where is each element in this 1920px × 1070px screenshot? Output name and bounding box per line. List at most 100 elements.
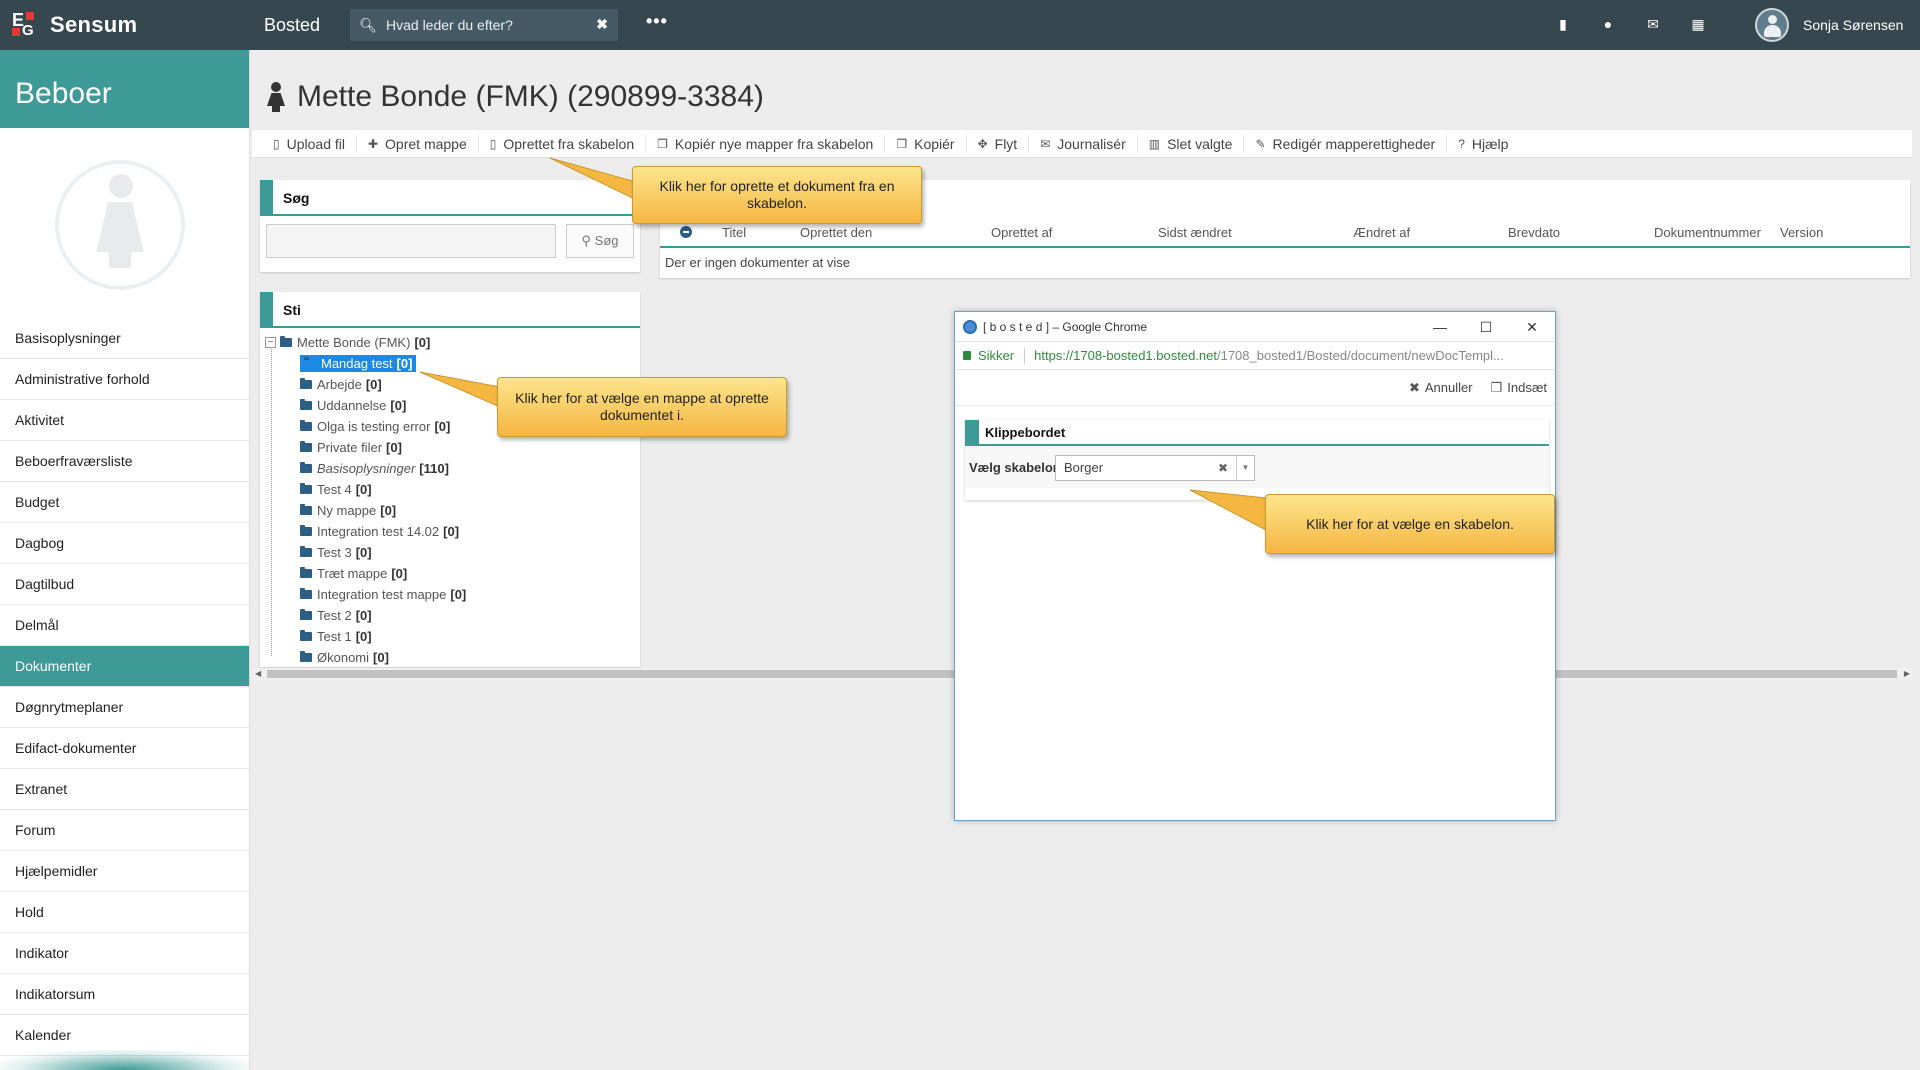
module-name[interactable]: Bosted <box>264 15 320 36</box>
folder-icon <box>300 546 312 557</box>
folder-icon <box>300 630 312 641</box>
create-from-template-button[interactable]: ▯ Oprettet fra skabelon <box>479 134 647 153</box>
sidebar-item-dagtilbud[interactable]: Dagtilbud <box>0 564 249 605</box>
tree-folder-integration-test-mappe[interactable]: Integration test mappe [0] <box>265 584 635 605</box>
chrome-popup-window: [ b o s t e d ] – Google Chrome — ☐ ✕ Si… <box>954 311 1556 821</box>
document-search-input[interactable] <box>266 224 556 258</box>
edit-folder-rights-button[interactable]: ✎ Redigér mapperettigheder <box>1244 134 1448 153</box>
empty-documents-message: Der er ingen dokumenter at vise <box>665 255 850 270</box>
folder-tree-panel: Sti − Mette Bonde (FMK) [0] Mandag test [0… <box>260 292 640 667</box>
column-oprettet-af[interactable]: Oprettet af <box>991 225 1052 240</box>
create-folder-button[interactable]: ✚ Opret mappe <box>357 134 479 153</box>
page-title-text: Mette Bonde (FMK) (290899-3384) <box>297 80 764 113</box>
column-oprettet-den[interactable]: Oprettet den <box>800 225 872 240</box>
sidebar-item-hjaelpemidler[interactable]: Hjælpemidler <box>0 851 249 892</box>
tree-folder-test-3[interactable]: Test 3 [0] <box>265 542 635 563</box>
calendar-icon[interactable]: ▦ <box>1690 16 1706 32</box>
maximize-icon[interactable]: ☐ <box>1463 312 1509 342</box>
document-icon[interactable]: ▮ <box>1555 16 1571 32</box>
move-icon: ✥ <box>977 136 988 151</box>
sidebar-item-doegnrytmeplaner[interactable]: Døgnrytmeplaner <box>0 687 249 728</box>
scroll-right-icon[interactable]: ▶ <box>1904 668 1910 680</box>
folder-icon <box>300 483 312 494</box>
delete-selected-button[interactable]: ▥ Slet valgte <box>1138 134 1245 153</box>
copy-folders-from-template-button[interactable]: ❐ Kopiér nye mapper fra skabelon <box>646 134 886 153</box>
sidebar-item-basisoplysninger[interactable]: Basisoplysninger <box>0 318 249 359</box>
scroll-left-icon[interactable]: ◀ <box>255 668 261 680</box>
sidebar-menu: Basisoplysninger Administrative forhold … <box>0 318 249 1056</box>
folder-icon <box>300 525 312 536</box>
mail-icon[interactable]: ✉ <box>1645 16 1661 32</box>
sidebar-item-beboerfravaersliste[interactable]: Beboerfraværsliste <box>0 441 249 482</box>
file-icon: ▯ <box>273 136 280 151</box>
close-icon[interactable]: ✕ <box>1509 312 1555 342</box>
clear-selection-icon[interactable]: ✖ <box>1218 456 1228 480</box>
template-select-value: Borger <box>1064 460 1104 475</box>
document-toolbar: ▯ Upload fil ✚ Opret mappe ▯ Oprettet fra s… <box>252 130 1912 158</box>
tree-folder-ny-mappe[interactable]: Ny mappe [0] <box>265 500 635 521</box>
folder-icon <box>304 357 316 368</box>
sidebar-item-hold[interactable]: Hold <box>0 892 249 933</box>
copy-button[interactable]: ❐ Kopiér <box>885 134 967 153</box>
sidebar-item-budget[interactable]: Budget <box>0 482 249 523</box>
folder-icon <box>300 378 312 389</box>
pencil-icon: ✎ <box>1255 136 1266 151</box>
sensum-logo[interactable]: EG Sensum <box>12 10 137 40</box>
sidebar-item-indikator[interactable]: Indikator <box>0 933 249 974</box>
paste-icon: ❐ <box>1490 379 1503 395</box>
chevron-down-icon[interactable]: ▼ <box>1236 456 1254 480</box>
popup-titlebar: [ b o s t e d ] – Google Chrome — ☐ ✕ <box>955 312 1555 342</box>
trash-icon: ▥ <box>1148 136 1161 151</box>
user-avatar[interactable] <box>1755 8 1789 42</box>
sidebar-item-forum[interactable]: Forum <box>0 810 249 851</box>
column-aendret-af[interactable]: Ændret af <box>1353 225 1410 240</box>
minimize-icon[interactable]: — <box>1417 312 1463 342</box>
tree-folder-test-4[interactable]: Test 4 [0] <box>265 479 635 500</box>
sidebar-item-administrative-forhold[interactable]: Administrative forhold <box>0 359 249 400</box>
cancel-button[interactable]: ✖ Annuller <box>1409 380 1473 396</box>
sidebar-item-delmaal[interactable]: Delmål <box>0 605 249 646</box>
column-sidst-aendret[interactable]: Sidst ændret <box>1158 225 1232 240</box>
insert-button[interactable]: ❐ Indsæt <box>1491 380 1547 396</box>
tree-folder-basisoplysninger[interactable]: Basisoplysninger [110] <box>265 458 635 479</box>
tree-root[interactable]: − Mette Bonde (FMK) [0] <box>265 332 635 353</box>
folder-icon <box>300 651 312 662</box>
tree-folder-test-1[interactable]: Test 1 [0] <box>265 626 635 647</box>
move-button[interactable]: ✥ Flyt <box>967 134 1030 153</box>
sidebar-item-aktivitet[interactable]: Aktivitet <box>0 400 249 441</box>
tree-folder-oekonomi[interactable]: Økonomi [0] <box>265 647 635 668</box>
sidebar-item-dokumenter[interactable]: Dokumenter <box>0 646 249 687</box>
global-search[interactable]: 🔍︎ ✖ <box>350 9 618 41</box>
template-select[interactable]: Borger ✖ ▼ <box>1055 455 1255 481</box>
sidebar-item-edifact-dokumenter[interactable]: Edifact-dokumenter <box>0 728 249 769</box>
upload-file-button[interactable]: ▯ Upload fil <box>262 134 357 153</box>
sidebar-item-extranet[interactable]: Extranet <box>0 769 249 810</box>
more-menu-icon[interactable]: ••• <box>646 11 668 32</box>
column-version[interactable]: Version <box>1780 225 1823 240</box>
journal-button[interactable]: ✉ Journalisér <box>1029 134 1138 153</box>
sidebar-item-dagbog[interactable]: Dagbog <box>0 523 249 564</box>
copy-icon: ❐ <box>657 136 668 151</box>
callout-pointer-select-template <box>1189 489 1267 531</box>
collapse-icon[interactable]: − <box>265 337 276 348</box>
column-titel[interactable]: Titel <box>722 225 746 240</box>
help-button[interactable]: ? Hjælp <box>1447 135 1519 153</box>
tree-folder-test-2[interactable]: Test 2 [0] <box>265 605 635 626</box>
female-person-icon <box>265 82 287 112</box>
tree-folder-private-filer[interactable]: Private filer [0] <box>265 437 635 458</box>
search-icon: 🔍︎ <box>359 16 377 33</box>
tree-folder-integration-test-1402[interactable]: Integration test 14.02 [0] <box>265 521 635 542</box>
clear-search-icon[interactable]: ✖ <box>596 16 608 33</box>
top-bar: EG Sensum Bosted 🔍︎ ✖ ••• ▮ ● ✉ ▦ Sonja … <box>0 0 1920 50</box>
chat-icon[interactable]: ● <box>1600 16 1616 32</box>
search-button[interactable]: ⚲ Søg <box>566 224 634 258</box>
user-name[interactable]: Sonja Sørensen <box>1803 17 1903 33</box>
question-icon: ? <box>1458 136 1465 151</box>
column-dokumentnummer[interactable]: Dokumentnummer <box>1654 225 1761 240</box>
tree-folder-traet-mappe[interactable]: Træt mappe [0] <box>265 563 635 584</box>
popup-address-bar[interactable]: Sikker https://1708-bosted1.bosted.net/1… <box>955 342 1555 370</box>
template-select-row: Vælg skabelon Borger ✖ ▼ <box>965 446 1549 488</box>
column-brevdato[interactable]: Brevdato <box>1508 225 1560 240</box>
global-search-input[interactable] <box>386 17 576 33</box>
sidebar-item-indikatorsum[interactable]: Indikatorsum <box>0 974 249 1015</box>
